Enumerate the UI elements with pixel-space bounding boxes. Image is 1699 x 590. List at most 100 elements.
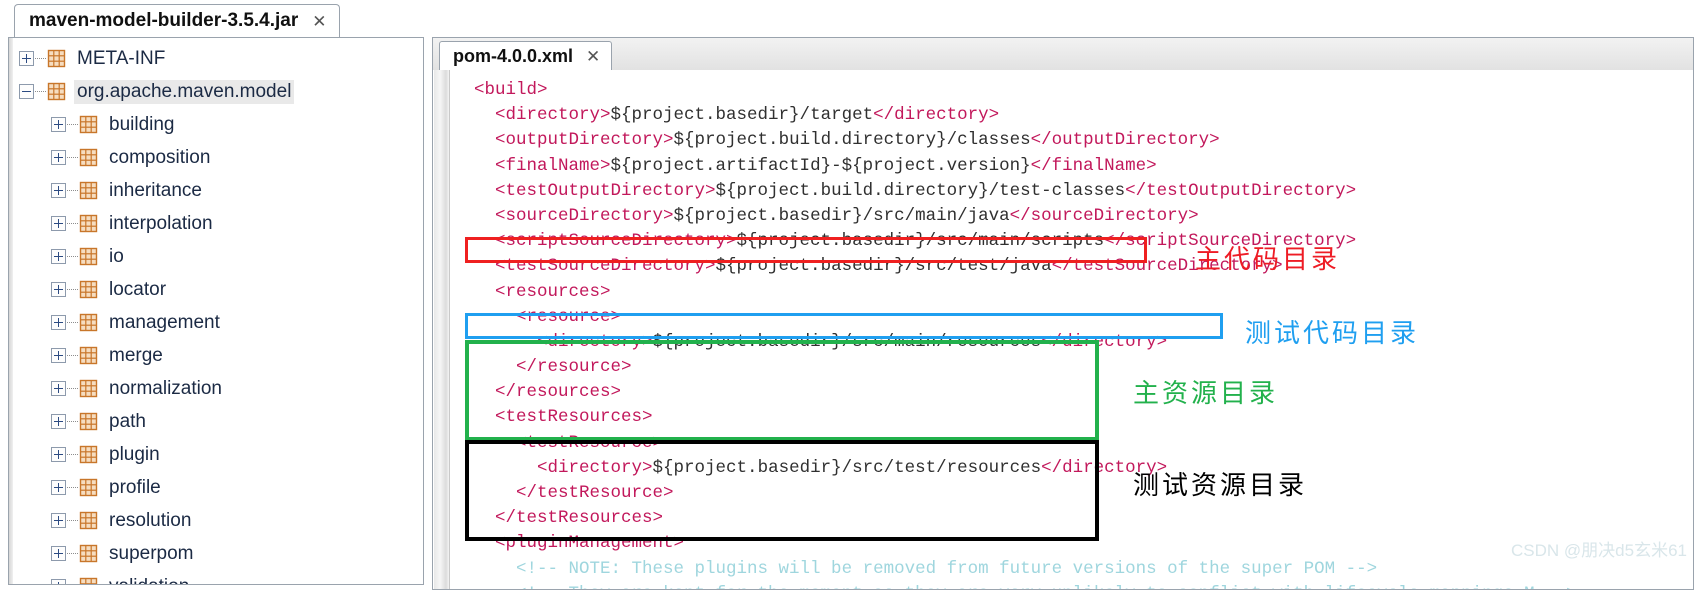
annotation-label-main-resource: 主资源目录 bbox=[1133, 379, 1279, 409]
package-tree-panel[interactable]: META-INF org.apache.maven.model building co… bbox=[8, 37, 424, 585]
package-icon bbox=[79, 313, 98, 332]
tree-item-label: inheritance bbox=[109, 179, 202, 201]
tree-item-label: resolution bbox=[109, 509, 192, 531]
package-icon bbox=[79, 478, 98, 497]
tree-expander-plus-icon[interactable] bbox=[51, 480, 66, 495]
code-line: <resource> bbox=[453, 306, 622, 327]
code-line: </testResources> bbox=[453, 508, 664, 529]
tree-item-profile[interactable]: profile bbox=[15, 471, 423, 504]
tree-item-validation[interactable]: validation bbox=[15, 570, 423, 585]
tree-expander-plus-icon[interactable] bbox=[51, 315, 66, 330]
tree-connector bbox=[67, 519, 78, 522]
close-icon[interactable]: ✕ bbox=[310, 13, 328, 30]
tree-connector bbox=[67, 420, 78, 423]
package-icon bbox=[47, 49, 66, 68]
code-line: <outputDirectory>${project.build.directo… bbox=[453, 130, 1220, 151]
tree-item-normalization[interactable]: normalization bbox=[15, 372, 423, 405]
package-icon bbox=[79, 115, 98, 134]
code-line: <finalName>${project.artifactId}-${proje… bbox=[453, 155, 1157, 176]
tree-expander-plus-icon[interactable] bbox=[51, 282, 66, 297]
tree-connector bbox=[35, 57, 46, 60]
screenshot-root: maven-model-builder-3.5.4.jar ✕ META-INF… bbox=[0, 0, 1699, 590]
tree-connector bbox=[35, 90, 46, 93]
tree-item-io[interactable]: io bbox=[15, 240, 423, 273]
xml-code-view[interactable]: <build> <directory>${project.basedir}/ta… bbox=[453, 78, 1693, 589]
tree-connector bbox=[67, 354, 78, 357]
tree-connector bbox=[67, 189, 78, 192]
tree-left-edge bbox=[9, 38, 13, 584]
tree-item-plugin[interactable]: plugin bbox=[15, 438, 423, 471]
tree-connector bbox=[67, 222, 78, 225]
tree-item-label: org.apache.maven.model bbox=[74, 79, 295, 104]
code-line: <testSourceDirectory>${project.basedir}/… bbox=[453, 256, 1283, 277]
tree-connector bbox=[67, 453, 78, 456]
tree-connector bbox=[67, 123, 78, 126]
package-icon bbox=[79, 412, 98, 431]
code-line: <testOutputDirectory>${project.build.dir… bbox=[453, 180, 1357, 201]
editor-tab-strip: pom-4.0.0.xml ✕ bbox=[432, 37, 1694, 71]
code-line: <resources> bbox=[453, 281, 611, 302]
tree-item-management[interactable]: management bbox=[15, 306, 423, 339]
tree-expander-plus-icon[interactable] bbox=[51, 513, 66, 528]
tree-item-label: locator bbox=[109, 278, 167, 300]
tree-item-building[interactable]: building bbox=[15, 108, 423, 141]
package-icon bbox=[47, 82, 66, 101]
editor-body[interactable]: <build> <directory>${project.basedir}/ta… bbox=[432, 70, 1694, 590]
tree-item-composition[interactable]: composition bbox=[15, 141, 423, 174]
tree-expander-plus-icon[interactable] bbox=[51, 414, 66, 429]
tree-item-locator[interactable]: locator bbox=[15, 273, 423, 306]
package-icon bbox=[79, 379, 98, 398]
tree-expander-plus-icon[interactable] bbox=[51, 348, 66, 363]
editor-gutter bbox=[434, 70, 450, 589]
tree-expander-plus-icon[interactable] bbox=[51, 150, 66, 165]
editor-tab-pom[interactable]: pom-4.0.0.xml ✕ bbox=[439, 41, 613, 71]
package-icon bbox=[79, 181, 98, 200]
code-line: </testResource> bbox=[453, 483, 674, 503]
tree-item-resolution[interactable]: resolution bbox=[15, 504, 423, 537]
code-line: <pluginManagement> bbox=[453, 533, 685, 554]
tree-expander-plus-icon[interactable] bbox=[51, 216, 66, 231]
tree-expander-plus-icon[interactable] bbox=[51, 447, 66, 462]
tree-item-label: superpom bbox=[109, 542, 194, 564]
annotation-label-test-code: 测试代码目录 bbox=[1245, 319, 1420, 349]
tree-item-org-apache-maven-model[interactable]: org.apache.maven.model bbox=[15, 75, 423, 108]
code-line: <scriptSourceDirectory>${project.basedir… bbox=[453, 231, 1357, 252]
tree-item-label: interpolation bbox=[109, 212, 213, 234]
tree-item-interpolation[interactable]: interpolation bbox=[15, 207, 423, 240]
tree-connector bbox=[67, 288, 78, 291]
package-icon bbox=[79, 511, 98, 530]
package-icon bbox=[79, 346, 98, 365]
jar-tab[interactable]: maven-model-builder-3.5.4.jar ✕ bbox=[14, 4, 340, 37]
tree-item-label: management bbox=[109, 311, 220, 333]
tree-item-path[interactable]: path bbox=[15, 405, 423, 438]
package-icon bbox=[79, 247, 98, 266]
tree-item-meta-inf[interactable]: META-INF bbox=[15, 42, 423, 75]
tree-item-label: profile bbox=[109, 476, 161, 498]
close-icon[interactable]: ✕ bbox=[584, 48, 602, 65]
tree-item-inheritance[interactable]: inheritance bbox=[15, 174, 423, 207]
tree-expander-plus-icon[interactable] bbox=[51, 579, 66, 584]
tree-connector bbox=[67, 552, 78, 555]
package-icon bbox=[79, 445, 98, 464]
package-tree[interactable]: META-INF org.apache.maven.model building co… bbox=[15, 42, 423, 584]
tree-expander-minus-icon[interactable] bbox=[19, 84, 34, 99]
code-line: <directory>${project.basedir}/src/test/r… bbox=[453, 457, 1168, 478]
tree-item-label: composition bbox=[109, 146, 211, 168]
annotation-label-main-code: 主代码目录 bbox=[1195, 245, 1341, 275]
watermark: CSDN @朋决d5玄米61 bbox=[1511, 541, 1687, 560]
tree-expander-plus-icon[interactable] bbox=[51, 249, 66, 264]
tree-expander-plus-icon[interactable] bbox=[51, 183, 66, 198]
tree-item-label: validation bbox=[106, 575, 192, 585]
tree-item-label: io bbox=[109, 245, 124, 267]
tree-item-merge[interactable]: merge bbox=[15, 339, 423, 372]
tree-connector bbox=[67, 156, 78, 159]
code-line: <!-- They are kept for the moment as the… bbox=[453, 582, 1693, 589]
package-icon bbox=[79, 544, 98, 563]
tree-expander-plus-icon[interactable] bbox=[51, 381, 66, 396]
tree-item-superpom[interactable]: superpom bbox=[15, 537, 423, 570]
tree-expander-plus-icon[interactable] bbox=[19, 51, 34, 66]
tree-item-label: normalization bbox=[109, 377, 222, 399]
tree-expander-plus-icon[interactable] bbox=[51, 117, 66, 132]
tree-expander-plus-icon[interactable] bbox=[51, 546, 66, 561]
tree-connector bbox=[67, 387, 78, 390]
